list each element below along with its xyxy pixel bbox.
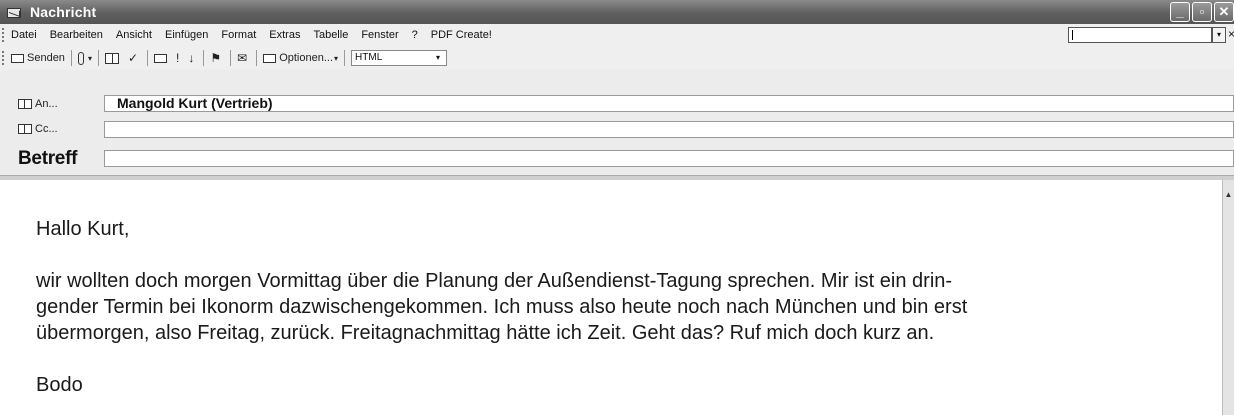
message-icon: [6, 4, 24, 20]
menu-help[interactable]: ?: [412, 29, 418, 41]
help-search-input[interactable]: [1068, 27, 1212, 43]
body-line: gender Termin bei Ikonorm dazwischengeko…: [36, 296, 968, 318]
send-icon: [11, 53, 24, 63]
standard-toolbar: Senden ▾ ✓ ! ↓ ⚑ ✉ Optionen... ▾ HTML ▾: [0, 46, 1234, 71]
body-greeting: Hallo Kurt,: [36, 218, 130, 240]
chevron-down-icon: ▾: [87, 53, 92, 63]
importance-high-button[interactable]: !: [176, 52, 182, 64]
address-book-icon: [18, 99, 32, 109]
body-line: übermorgen, also Freitag, zurück. Freita…: [36, 322, 935, 344]
maximize-button[interactable]: ▫: [1192, 2, 1212, 22]
check-names-icon: ✓: [127, 51, 139, 65]
body-line: wir wollten doch morgen Vormittag über d…: [36, 270, 953, 292]
menu-pdf-create[interactable]: PDF Create!: [431, 29, 492, 41]
to-row: An... Mangold Kurt (Vertrieb): [0, 94, 1234, 114]
subject-label: Betreff: [18, 148, 78, 169]
subject-field[interactable]: [104, 150, 1234, 167]
scroll-up-arrow-icon[interactable]: ▲: [1223, 188, 1234, 202]
toolbar-divider: [70, 50, 72, 66]
close-icon: ✕: [1218, 4, 1230, 19]
options-icon: [263, 53, 277, 63]
to-field[interactable]: Mangold Kurt (Vertrieb): [104, 95, 1234, 112]
window-controls: _ ▫ ✕: [1170, 2, 1234, 22]
minimize-icon: _: [1176, 4, 1184, 19]
options-button[interactable]: Optionen... ▾: [263, 52, 338, 64]
body-signature: Bodo: [36, 374, 83, 396]
toolbar-divider: [203, 50, 205, 66]
permission-icon: ✉: [237, 51, 248, 65]
menu-fenster[interactable]: Fenster: [361, 29, 398, 41]
menu-bar: Datei Bearbeiten Ansicht Einfügen Format…: [0, 24, 1234, 47]
menu-bearbeiten[interactable]: Bearbeiten: [50, 29, 103, 41]
paperclip-icon: [77, 51, 84, 65]
message-body: Hallo Kurt, wir wollten doch morgen Vorm…: [36, 216, 1216, 398]
importance-low-button[interactable]: ↓: [188, 52, 197, 64]
menu-extras[interactable]: Extras: [269, 29, 300, 41]
message-body-editor[interactable]: Hallo Kurt, wir wollten doch morgen Vorm…: [0, 180, 1222, 415]
chevron-down-icon: ▾: [1216, 30, 1221, 39]
text-caret: [1072, 30, 1073, 40]
toolbar-divider: [344, 50, 346, 66]
insert-file-button[interactable]: [154, 53, 170, 63]
message-format-value: HTML: [355, 52, 383, 63]
menu-grip[interactable]: [2, 28, 7, 42]
chevron-down-icon: ▾: [334, 53, 339, 63]
toolbar-grip[interactable]: [2, 51, 7, 65]
send-button[interactable]: Senden: [11, 52, 65, 64]
flag-button[interactable]: ⚑: [210, 52, 224, 64]
close-button[interactable]: ✕: [1214, 2, 1234, 22]
cc-field[interactable]: [104, 121, 1234, 138]
toolbar-divider: [230, 50, 232, 66]
restore-icon: ▫: [1199, 4, 1205, 19]
flag-icon: ⚑: [210, 51, 222, 65]
permission-button[interactable]: ✉: [237, 52, 250, 64]
menu-ansicht[interactable]: Ansicht: [116, 29, 152, 41]
address-book-icon: [18, 124, 32, 134]
options-label: Optionen...: [279, 52, 334, 64]
minimize-button[interactable]: _: [1170, 2, 1190, 22]
cc-label: Cc...: [35, 123, 58, 135]
address-book-icon: [104, 52, 119, 64]
menu-tabelle[interactable]: Tabelle: [313, 29, 348, 41]
check-names-button[interactable]: ✓: [128, 52, 141, 64]
window-title-bar[interactable]: Nachricht _ ▫ ✕: [0, 0, 1234, 24]
toolbar-divider: [256, 50, 258, 66]
send-label: Senden: [27, 52, 65, 64]
toolbar-divider: [147, 50, 149, 66]
to-button[interactable]: An...: [0, 98, 104, 110]
insert-file-icon: [154, 53, 168, 63]
window-title: Nachricht: [30, 4, 97, 20]
address-book-button[interactable]: [104, 52, 122, 64]
cc-row: Cc...: [0, 119, 1234, 139]
toolbar-divider: [97, 50, 99, 66]
chevron-down-icon: ▾: [436, 53, 441, 62]
menu-datei[interactable]: Datei: [11, 29, 37, 41]
menu-einfuegen[interactable]: Einfügen: [165, 29, 208, 41]
to-label: An...: [35, 98, 58, 110]
exclamation-icon: !: [176, 51, 180, 65]
cc-button[interactable]: Cc...: [0, 123, 104, 135]
body-paragraph: wir wollten doch morgen Vormittag über d…: [36, 268, 1216, 346]
arrow-down-icon: ↓: [188, 51, 195, 65]
subject-row: Betreff: [0, 146, 1234, 172]
vertical-scrollbar[interactable]: ▲: [1222, 180, 1234, 415]
menu-format[interactable]: Format: [221, 29, 256, 41]
help-search-dropdown[interactable]: ▾: [1212, 27, 1226, 43]
menu-close-button[interactable]: ×: [1228, 27, 1234, 41]
message-format-select[interactable]: HTML ▾: [351, 50, 448, 66]
attach-button[interactable]: ▾: [77, 51, 92, 65]
